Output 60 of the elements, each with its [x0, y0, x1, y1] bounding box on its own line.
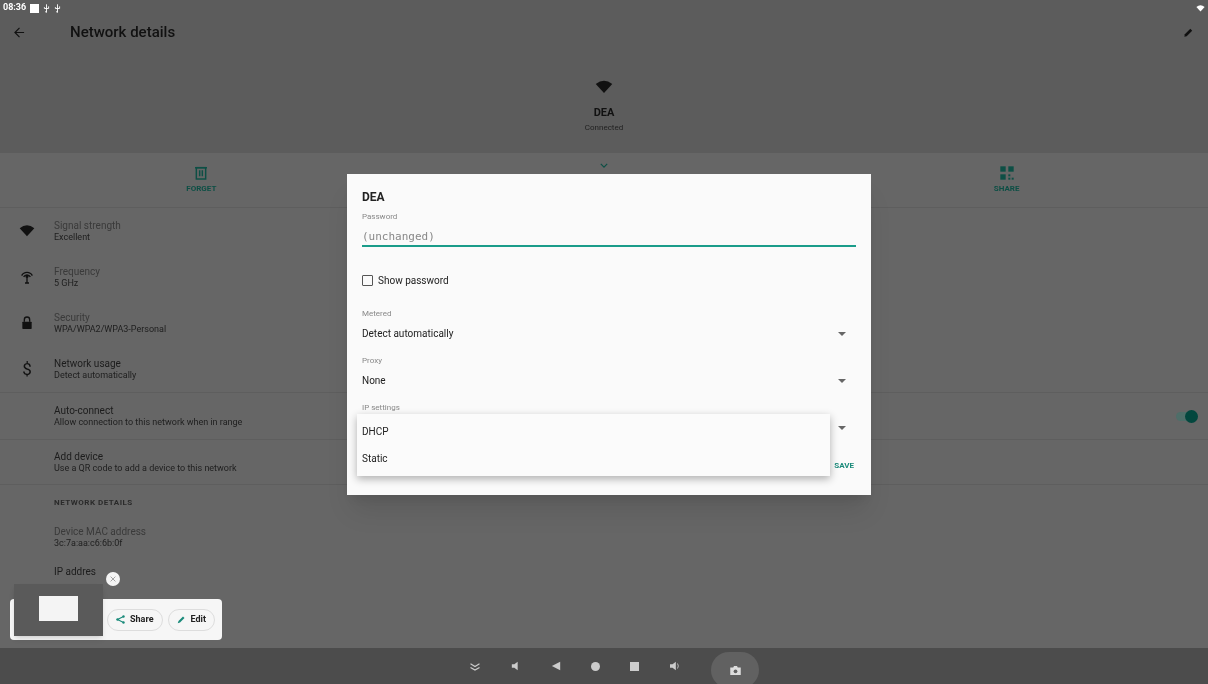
usb-icon: [43, 3, 51, 13]
menu-item[interactable]: Static: [362, 445, 825, 472]
menu-item[interactable]: DHCP: [362, 418, 825, 445]
chevron-icon: [600, 163, 608, 168]
antenna-icon: [19, 269, 35, 285]
screenshot-button[interactable]: [711, 652, 759, 684]
notification-icon: [30, 3, 40, 13]
detail-value: WPA/WPA2/WPA3-Personal: [54, 324, 167, 335]
section-heading: NETWORK DETAILS: [54, 497, 133, 509]
detail-value: Allow connection to this network when in range: [54, 417, 243, 428]
password-field[interactable]: (unchanged): [362, 227, 856, 247]
dropdown-caret-icon: [838, 426, 846, 430]
dialog-title: DEA: [362, 189, 386, 206]
back-icon[interactable]: [551, 661, 561, 671]
metered-dropdown[interactable]: Detect automatically: [362, 326, 856, 341]
dropdown-caret-icon: [838, 378, 846, 383]
back-button[interactable]: [14, 26, 25, 38]
detail-value: Detect automatically: [54, 370, 137, 381]
detail-title: Auto-connect: [54, 404, 114, 417]
wifi-signal-icon: [1196, 3, 1205, 13]
dropdown-caret-icon: [838, 331, 846, 336]
app-bar-title: Network details: [70, 21, 176, 43]
pencil-icon: [176, 615, 186, 624]
detail-title: IP addres: [54, 565, 96, 578]
volume-down-icon[interactable]: [511, 661, 521, 671]
close-button[interactable]: [106, 572, 120, 586]
camera-icon: [729, 665, 741, 675]
wifi-icon: [19, 223, 35, 239]
volume-up-icon[interactable]: [669, 661, 681, 671]
auto-connect-switch[interactable]: [1176, 411, 1196, 421]
field-label: Metered: [362, 308, 393, 320]
proxy-dropdown[interactable]: None: [362, 373, 856, 388]
usb-icon: [54, 3, 62, 13]
edit-button[interactable]: [1183, 26, 1194, 38]
field-label: Password: [362, 211, 399, 223]
detail-value: 5 GHz: [54, 278, 79, 289]
save-button[interactable]: SAVE: [834, 460, 854, 472]
back-arrow-icon: [14, 26, 25, 38]
share-icon: [116, 615, 126, 624]
show-password-checkbox[interactable]: [362, 275, 373, 286]
detail-title: Add device: [54, 450, 103, 463]
recents-icon[interactable]: [630, 661, 639, 671]
collapse-icon[interactable]: [469, 661, 481, 671]
lock-icon: [19, 315, 35, 331]
field-label: Proxy: [362, 355, 383, 367]
network-name: DEA: [593, 105, 615, 121]
field-label: IP settings: [362, 402, 401, 414]
detail-value: Use a QR code to add a device to this network: [54, 463, 237, 474]
qr-code-icon: [998, 165, 1015, 181]
dollar-icon: $: [22, 360, 32, 378]
screenshot-thumbnail[interactable]: [14, 584, 103, 636]
detail-value: 3c:7a:aa:c6:6b:0f: [54, 538, 123, 549]
status-time: 08:36: [3, 1, 27, 15]
detail-value: Excellent: [54, 232, 91, 243]
trash-icon: [193, 165, 210, 181]
home-icon[interactable]: [591, 661, 600, 671]
close-icon: [110, 576, 116, 582]
pencil-icon: [1183, 26, 1194, 38]
detail-title: Network usage: [54, 357, 121, 370]
checkbox-label: Show password: [378, 274, 449, 288]
